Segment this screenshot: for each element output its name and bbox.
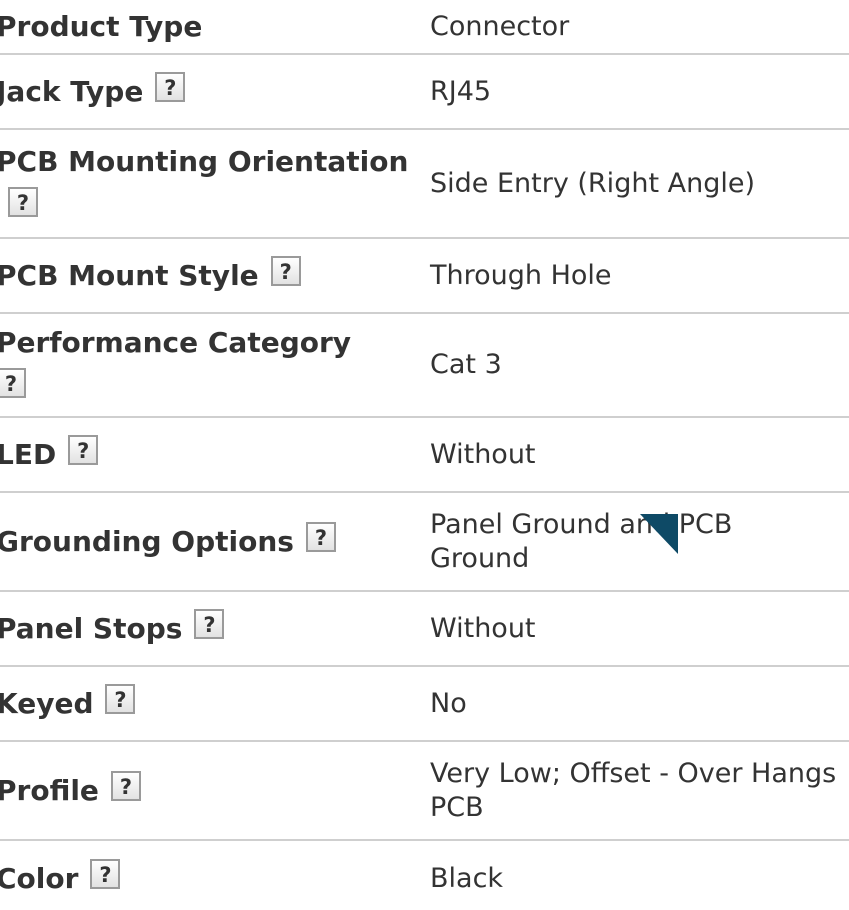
spec-label-text: Jack Type <box>0 75 144 108</box>
help-icon[interactable]: ? <box>110 771 141 801</box>
spec-row-profile: Profile? Very Low; Offset - Over Hangs P… <box>0 742 849 841</box>
spec-label: Keyed? <box>0 681 430 726</box>
spec-value: Very Low; Offset - Over Hangs PCB <box>430 757 837 823</box>
spec-label: Product Type <box>0 4 430 49</box>
spec-label-text: Keyed <box>0 687 94 720</box>
spec-label-text: Performance Category <box>0 326 352 359</box>
help-icon[interactable]: ? <box>105 684 136 714</box>
spec-label-text: Panel Stops <box>0 612 183 645</box>
help-icon[interactable]: ? <box>305 522 336 552</box>
mouse-pointer-shape <box>640 514 678 554</box>
spec-table: Product Type Connector Jack Type? RJ45 P… <box>0 0 849 910</box>
help-icon[interactable]: ? <box>194 609 225 639</box>
spec-label: Performance Category? <box>0 320 430 410</box>
spec-label-text: PCB Mounting Orientation <box>0 144 409 178</box>
help-icon[interactable]: ? <box>90 859 121 889</box>
spec-row-pcb-mount-style: PCB Mount Style? Through Hole <box>0 239 849 314</box>
spec-label: Jack Type? <box>0 69 430 114</box>
spec-value: Black <box>430 862 504 894</box>
spec-row-led: LED? Without <box>0 418 849 493</box>
help-icon[interactable]: ? <box>8 186 38 217</box>
mouse-pointer-icon <box>640 514 678 554</box>
spec-value: Connector <box>430 10 570 42</box>
spec-row-jack-type: Jack Type? RJ45 <box>0 55 849 130</box>
spec-label: PCB Mounting Orientation? <box>0 139 430 229</box>
spec-value: Without <box>430 612 536 644</box>
help-icon[interactable]: ? <box>0 368 26 398</box>
spec-label: PCB Mount Style? <box>0 253 430 298</box>
spec-row-grounding-options: Grounding Options? Panel Ground and PCB … <box>0 493 849 592</box>
spec-row-keyed: Keyed? No <box>0 667 849 742</box>
spec-label: Panel Stops? <box>0 606 430 651</box>
help-icon[interactable]: ? <box>270 256 301 286</box>
spec-row-performance-category: Performance Category? Cat 3 <box>0 314 849 418</box>
spec-value: No <box>430 687 467 719</box>
spec-label-text: PCB Mount Style <box>0 259 259 292</box>
spec-row-color: Color? Black <box>0 841 849 910</box>
spec-value: RJ45 <box>430 75 492 107</box>
help-icon[interactable]: ? <box>68 435 99 465</box>
spec-label-text: Profile <box>0 774 99 807</box>
spec-label-text: Product Type <box>0 10 203 43</box>
spec-label: Grounding Options? <box>0 519 430 564</box>
spec-row-panel-stops: Panel Stops? Without <box>0 592 849 667</box>
spec-value: Side Entry (Right Angle) <box>430 167 755 199</box>
spec-label-text: LED <box>0 438 57 471</box>
spec-value: Without <box>430 438 536 470</box>
help-icon[interactable]: ? <box>155 72 186 102</box>
spec-label: Color? <box>0 856 430 901</box>
spec-label-text: Color <box>0 862 79 895</box>
spec-value: Through Hole <box>430 259 612 291</box>
spec-value: Cat 3 <box>430 349 502 380</box>
spec-row-pcb-mounting-orientation: PCB Mounting Orientation? Side Entry (Ri… <box>0 130 849 239</box>
spec-label: Profile? <box>0 768 430 813</box>
spec-label-text: Grounding Options <box>0 525 294 558</box>
spec-label: LED? <box>0 432 430 477</box>
spec-row-product-type: Product Type Connector <box>0 0 849 55</box>
